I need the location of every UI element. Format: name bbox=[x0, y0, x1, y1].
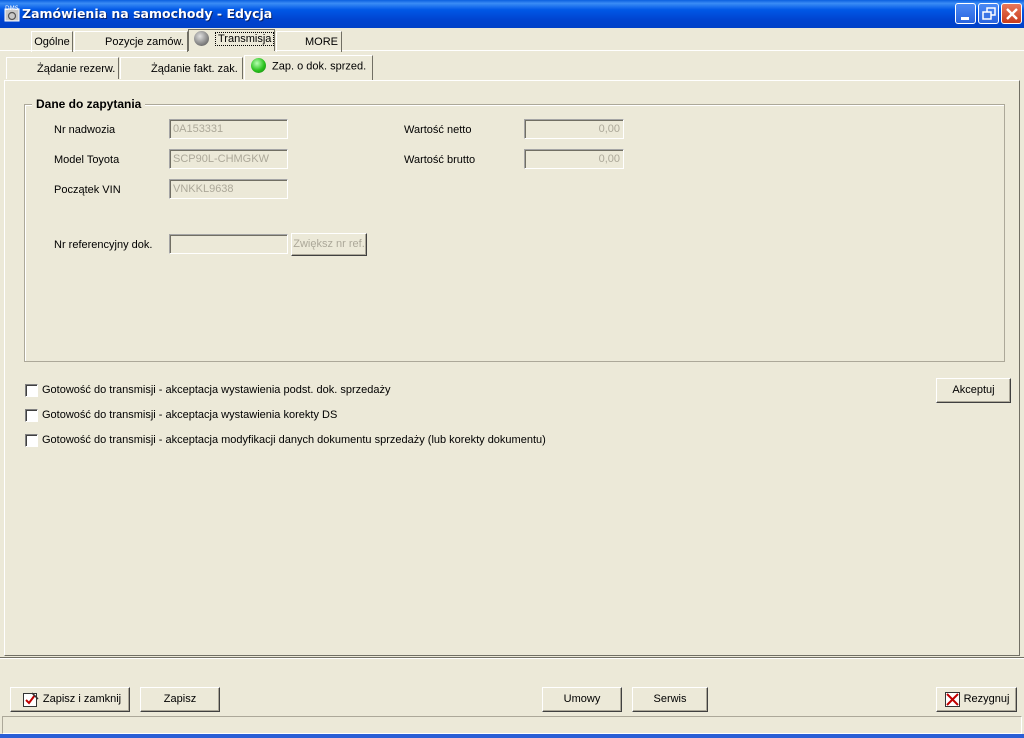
status-bar bbox=[2, 716, 1022, 734]
tab-more[interactable]: MORE bbox=[276, 31, 342, 52]
button-label: Rezygnuj bbox=[963, 693, 1010, 705]
tab-transmisja[interactable]: Transmisja bbox=[188, 29, 275, 51]
window-title: Zamówienia na samochody - Edycja bbox=[22, 6, 273, 21]
button-label: Serwis bbox=[653, 693, 687, 705]
cancel-button[interactable]: Rezygnuj bbox=[936, 687, 1017, 712]
label-nr-referencyjny: Nr referencyjny dok. bbox=[54, 239, 153, 251]
checkbox-label: Gotowość do transmisji - akceptacja wyst… bbox=[42, 409, 338, 421]
tab-pozycje-zamow[interactable]: Pozycje zamów. bbox=[74, 31, 188, 52]
bottom-separator bbox=[0, 657, 1024, 659]
nr-nadwozia-field[interactable]: 0A153331 bbox=[169, 119, 288, 139]
close-button[interactable] bbox=[1001, 3, 1022, 24]
svg-text:DMS: DMS bbox=[5, 5, 19, 12]
label-wartosc-brutto: Wartość brutto bbox=[404, 154, 476, 166]
close-icon bbox=[1006, 8, 1018, 20]
contracts-button[interactable]: Umowy bbox=[542, 687, 622, 712]
subtab-zadanie-rezerw[interactable]: Żądanie rezerw. bbox=[6, 57, 119, 79]
label-poczatek-vin: Początek VIN bbox=[54, 184, 121, 196]
poczatek-vin-field[interactable]: VNKKL9638 bbox=[169, 179, 288, 199]
increase-ref-button[interactable]: Zwiększ nr ref. bbox=[291, 233, 367, 256]
wartosc-netto-field[interactable]: 0,00 bbox=[524, 119, 624, 139]
model-toyota-field[interactable]: SCP90L-CHMGKW bbox=[169, 149, 288, 169]
checkbox-ready-basic-doc[interactable] bbox=[25, 384, 38, 397]
status-led-gray-icon bbox=[194, 31, 209, 46]
tab-label: Transmisja bbox=[215, 32, 275, 47]
tab-label: Pozycje zamów. bbox=[105, 36, 184, 48]
restore-icon bbox=[982, 7, 996, 20]
subtab-zap-o-dok-sprzed[interactable]: Zap. o dok. sprzed. bbox=[244, 55, 373, 80]
subtab-label: Żądanie fakt. zak. bbox=[151, 63, 238, 75]
window-bottom-border bbox=[0, 734, 1024, 738]
checkbox-ready-modification[interactable] bbox=[25, 434, 38, 447]
wartosc-brutto-field[interactable]: 0,00 bbox=[524, 149, 624, 169]
checkbox-label: Gotowość do transmisji - akceptacja wyst… bbox=[42, 384, 391, 396]
label-model-toyota: Model Toyota bbox=[54, 154, 120, 166]
button-label: Zapisz i zamknij bbox=[42, 693, 122, 705]
tab-ogolne[interactable]: Ogólne bbox=[31, 31, 73, 52]
subtab-label: Zap. o dok. sprzed. bbox=[272, 60, 367, 73]
group-title: Dane do zapytania bbox=[32, 97, 146, 111]
nr-referencyjny-field[interactable] bbox=[169, 234, 288, 254]
label-wartosc-netto: Wartość netto bbox=[404, 124, 472, 136]
button-label: Zapisz bbox=[163, 693, 197, 705]
tab-label: Ogólne bbox=[34, 36, 70, 48]
tab-label: MORE bbox=[305, 36, 338, 48]
label-nr-nadwozia: Nr nadwozia bbox=[54, 124, 116, 136]
button-label: Umowy bbox=[563, 693, 601, 705]
save-button[interactable]: Zapisz bbox=[140, 687, 220, 712]
sub-tab-strip: Żądanie rezerw. Żądanie fakt. zak. Zap. … bbox=[4, 55, 1020, 80]
checkbox-label: Gotowość do transmisji - akceptacja mody… bbox=[42, 434, 546, 446]
checkbox-ready-correction-ds[interactable] bbox=[25, 409, 38, 422]
subtab-label: Żądanie rezerw. bbox=[37, 63, 116, 75]
save-and-close-button[interactable]: Zapisz i zamknij bbox=[10, 687, 130, 712]
main-tab-strip: Ogólne Pozycje zamów. Transmisja MORE bbox=[0, 28, 1024, 52]
subtab-zadanie-fakt-zak[interactable]: Żądanie fakt. zak. bbox=[120, 57, 243, 79]
minimize-icon bbox=[961, 17, 969, 20]
restore-button[interactable] bbox=[978, 3, 999, 24]
title-bar[interactable]: DMS Zamówienia na samochody - Edycja bbox=[0, 0, 1024, 28]
status-led-green-icon bbox=[251, 58, 266, 73]
dms-app-icon: DMS bbox=[4, 5, 20, 22]
request-data-group bbox=[24, 104, 1005, 362]
minimize-button[interactable] bbox=[955, 3, 976, 24]
service-button[interactable]: Serwis bbox=[632, 687, 708, 712]
accept-button[interactable]: Akceptuj bbox=[936, 378, 1011, 403]
